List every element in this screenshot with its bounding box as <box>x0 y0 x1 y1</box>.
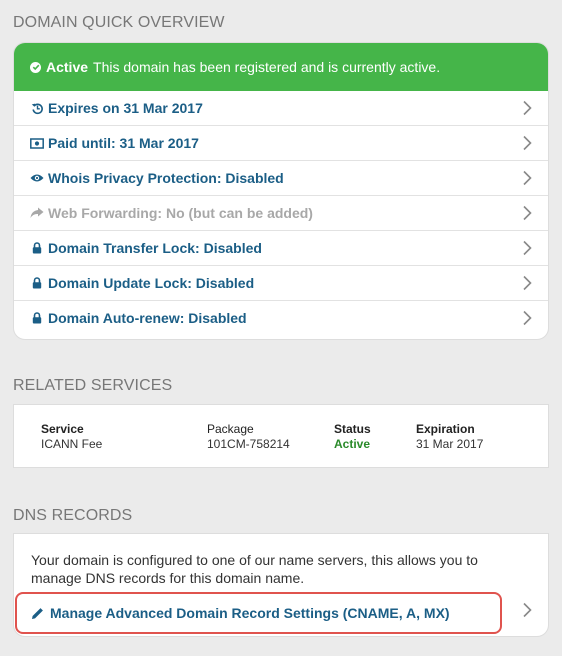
status-label: Active <box>46 59 89 75</box>
chevron-right-icon <box>523 602 532 618</box>
overview-item-label: Domain Auto-renew: Disabled <box>48 310 247 326</box>
pencil-icon <box>30 606 44 620</box>
chevron-right-icon <box>523 100 532 116</box>
chevron-right-icon <box>523 170 532 186</box>
status-column: Status Active <box>334 422 371 451</box>
overview-item-label: Whois Privacy Protection: Disabled <box>48 170 284 186</box>
package-header: Package <box>207 422 254 436</box>
dns-records-panel: Your domain is configured to one of our … <box>13 533 549 637</box>
overview-item-whois[interactable]: Whois Privacy Protection: Disabled <box>14 160 548 195</box>
share-arrow-icon <box>30 206 44 220</box>
expiration-value: 31 Mar 2017 <box>416 437 484 451</box>
chevron-right-icon <box>523 310 532 326</box>
overview-item-label: Web Forwarding: No (but can be added) <box>48 205 313 221</box>
lock-icon <box>30 276 44 290</box>
overview-item-update-lock[interactable]: Domain Update Lock: Disabled <box>14 265 548 300</box>
service-header: Service <box>41 422 84 436</box>
overview-item-label: Domain Update Lock: Disabled <box>48 275 255 291</box>
overview-item-label: Paid until: 31 Mar 2017 <box>48 135 199 151</box>
dns-records-title: DNS RECORDS <box>13 507 133 524</box>
package-column: Package 101CM-758214 <box>207 422 290 451</box>
overview-item-label: Expires on 31 Mar 2017 <box>48 100 203 116</box>
related-services-title: RELATED SERVICES <box>13 377 173 394</box>
history-icon <box>30 101 44 115</box>
overview-panel: Active This domain has been registered a… <box>13 42 549 340</box>
related-services-table: Service ICANN Fee Package 101CM-758214 S… <box>13 404 549 468</box>
lock-icon <box>30 311 44 325</box>
chevron-right-icon <box>523 135 532 151</box>
status-message: This domain has been registered and is c… <box>93 59 441 75</box>
overview-item-expires[interactable]: Expires on 31 Mar 2017 <box>14 91 548 125</box>
overview-item-transfer-lock[interactable]: Domain Transfer Lock: Disabled <box>14 230 548 265</box>
overview-item-label: Domain Transfer Lock: Disabled <box>48 240 262 256</box>
chevron-right-icon <box>523 205 532 221</box>
dns-description: Your domain is configured to one of our … <box>31 552 478 586</box>
chevron-right-icon <box>523 240 532 256</box>
package-value: 101CM-758214 <box>207 437 290 451</box>
overview-item-auto-renew[interactable]: Domain Auto-renew: Disabled <box>14 300 548 335</box>
manage-dns-label: Manage Advanced Domain Record Settings (… <box>50 605 450 621</box>
check-circle-icon <box>30 61 41 73</box>
manage-dns-button[interactable]: Manage Advanced Domain Record Settings (… <box>15 592 502 634</box>
chevron-right-icon <box>523 275 532 291</box>
service-value: ICANN Fee <box>41 437 103 451</box>
status-value: Active <box>334 437 371 451</box>
lock-icon <box>30 241 44 255</box>
overview-item-web-forwarding[interactable]: Web Forwarding: No (but can be added) <box>14 195 548 230</box>
status-header: Status <box>334 422 371 436</box>
eye-icon <box>30 171 44 185</box>
service-column: Service ICANN Fee <box>41 422 102 451</box>
overview-item-paid[interactable]: Paid until: 31 Mar 2017 <box>14 125 548 160</box>
overview-title: DOMAIN QUICK OVERVIEW <box>13 14 225 31</box>
money-icon <box>30 136 44 150</box>
status-banner: Active This domain has been registered a… <box>14 43 548 91</box>
expiration-column: Expiration 31 Mar 2017 <box>416 422 483 451</box>
expiration-header: Expiration <box>416 422 475 436</box>
